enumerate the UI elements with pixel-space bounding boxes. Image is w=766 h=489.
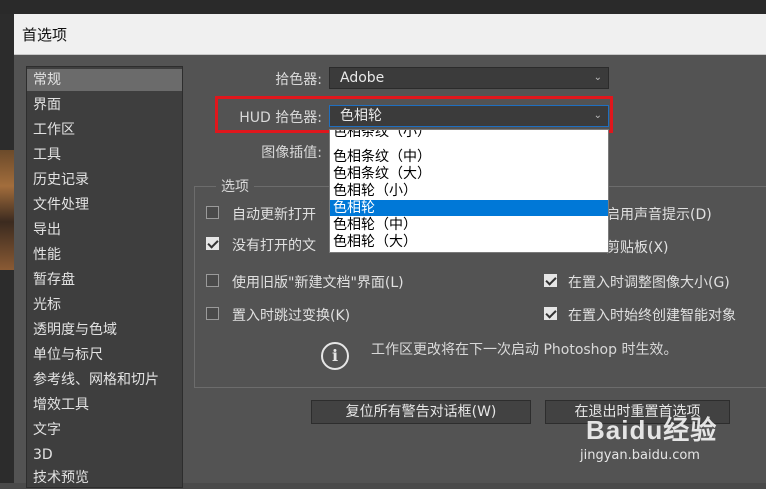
sidebar-item-tools[interactable]: 工具 — [27, 144, 182, 166]
background-photo — [0, 150, 14, 270]
watermark: Baidu经验 jingyan.baidu.com — [580, 410, 718, 463]
sidebar-item-general[interactable]: 常规 — [27, 69, 182, 91]
legacy-new-doc-checkbox[interactable] — [206, 274, 219, 287]
dropdown-option[interactable]: 色相条纹（中） — [330, 149, 608, 165]
reset-warnings-button[interactable]: 复位所有警告对话框(W) — [311, 400, 531, 424]
sidebar-item-history[interactable]: 历史记录 — [27, 169, 182, 191]
legacy-new-doc-label: 使用旧版"新建文档"界面(L) — [232, 275, 404, 291]
skip-transform-checkbox[interactable] — [206, 307, 219, 320]
sound-label: 启用声音提示(D) — [606, 207, 712, 223]
dropdown-option[interactable]: 色相条纹（大） — [330, 166, 608, 182]
sidebar-item-performance[interactable]: 性能 — [27, 244, 182, 266]
sidebar-item-units[interactable]: 单位与标尺 — [27, 344, 182, 366]
clipboard-label: 剪贴板(X) — [606, 240, 669, 256]
sidebar: 常规 界面 工作区 工具 历史记录 文件处理 导出 性能 暂存盘 光标 透明度与… — [26, 66, 183, 488]
sidebar-item-scratch-disks[interactable]: 暂存盘 — [27, 269, 182, 291]
sidebar-item-tech-preview[interactable]: 技术预览 — [27, 467, 182, 489]
dropdown-option-selected[interactable]: 色相轮 — [330, 200, 608, 216]
sidebar-item-3d[interactable]: 3D — [27, 444, 182, 466]
sidebar-item-transparency[interactable]: 透明度与色域 — [27, 319, 182, 341]
info-icon: i — [321, 342, 349, 370]
skip-transform-label: 置入时跳过变换(K) — [232, 308, 351, 324]
restart-notice: 工作区更改将在下一次启动 Photoshop 时生效。 — [371, 342, 678, 358]
window-title: 首选项 — [22, 26, 68, 44]
interpolation-label: 图像插值: — [261, 145, 322, 161]
color-picker-value: Adobe — [340, 70, 385, 86]
top-strip — [0, 0, 766, 14]
sidebar-item-type[interactable]: 文字 — [27, 419, 182, 441]
sidebar-item-export[interactable]: 导出 — [27, 219, 182, 241]
title-bar: 首选项 — [14, 14, 766, 55]
dropdown-option[interactable]: 色相轮（小） — [330, 183, 608, 199]
resize-on-place-label: 在置入时调整图像大小(G) — [568, 275, 730, 291]
sidebar-item-cursors[interactable]: 光标 — [27, 294, 182, 316]
resize-on-place-checkbox[interactable] — [544, 274, 557, 287]
sidebar-item-interface[interactable]: 界面 — [27, 94, 182, 116]
hud-picker-dropdown: 色相条纹（小） 色相条纹（中） 色相条纹（大） 色相轮（小） 色相轮 色相轮（中… — [329, 129, 609, 253]
sidebar-item-workspace[interactable]: 工作区 — [27, 119, 182, 141]
color-picker-select[interactable]: Adobe ⌄ — [329, 67, 609, 89]
options-group-title: 选项 — [216, 176, 254, 196]
color-picker-label: 拾色器: — [275, 72, 322, 88]
sidebar-item-guides[interactable]: 参考线、网格和切片 — [27, 369, 182, 391]
chevron-down-icon: ⌄ — [593, 72, 602, 83]
smart-object-label: 在置入时始终创建智能对象 — [568, 308, 736, 324]
highlight-box — [215, 96, 613, 133]
auto-update-label: 自动更新打开 — [232, 207, 316, 223]
sidebar-item-plugins[interactable]: 增效工具 — [27, 394, 182, 416]
dropdown-option[interactable]: 色相轮（大） — [330, 234, 608, 250]
no-open-docs-label: 没有打开的文 — [232, 238, 316, 254]
sidebar-item-file-handling[interactable]: 文件处理 — [27, 194, 182, 216]
dropdown-option[interactable]: 色相轮（中） — [330, 217, 608, 233]
dropdown-option[interactable]: 色相条纹（小） — [330, 130, 608, 140]
smart-object-checkbox[interactable] — [544, 307, 557, 320]
auto-update-checkbox[interactable] — [206, 206, 219, 219]
watermark-brand: Baidu经验 — [586, 415, 718, 445]
no-open-docs-checkbox[interactable] — [206, 237, 219, 250]
watermark-url: jingyan.baidu.com — [580, 448, 700, 463]
